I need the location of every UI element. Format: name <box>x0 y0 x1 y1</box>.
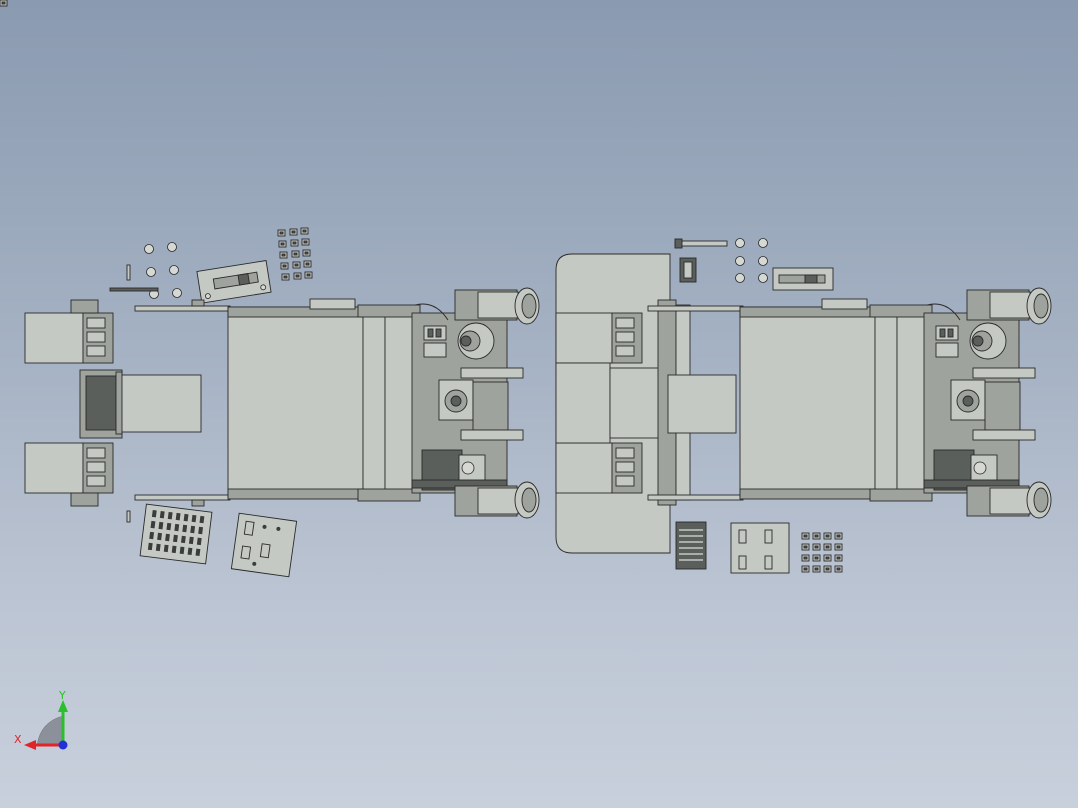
right-assembly[interactable] <box>555 238 1052 574</box>
side-module-left-lower[interactable] <box>24 442 114 507</box>
wheel-assembly-right-bottom[interactable] <box>966 481 1052 519</box>
fastener-grid-bottom-right <box>801 532 843 573</box>
bracket-plate-left[interactable] <box>196 260 272 304</box>
drive-unit-left[interactable] <box>411 312 524 494</box>
louver-block-right[interactable] <box>675 521 707 570</box>
triad-plane-fill <box>36 715 64 747</box>
fastener-grid-top-left <box>0 0 313 281</box>
drive-unit-right[interactable] <box>923 312 1036 494</box>
view-orientation-triad[interactable]: Y X <box>14 689 68 750</box>
main-body-right[interactable] <box>739 298 933 502</box>
side-module-left-upper[interactable] <box>24 299 114 364</box>
x-axis-label: X <box>14 733 22 746</box>
housing-shell-right[interactable] <box>555 253 737 554</box>
left-exploded-assembly[interactable] <box>0 0 540 578</box>
loose-parts-top-right <box>674 238 834 291</box>
cad-viewport[interactable]: Y X <box>0 0 1078 808</box>
wheel-assembly-left-bottom[interactable] <box>454 481 540 519</box>
z-axis-dot <box>58 740 68 750</box>
center-connector-left[interactable] <box>79 369 202 439</box>
main-body-left[interactable] <box>227 298 421 502</box>
mounting-plate-left[interactable] <box>230 512 298 578</box>
perforated-plate-left[interactable] <box>139 503 213 565</box>
x-axis-arrowhead <box>24 740 36 750</box>
small-washers-left <box>109 242 182 299</box>
y-axis-label: Y <box>58 689 66 702</box>
mounting-plate-right[interactable] <box>730 522 790 574</box>
